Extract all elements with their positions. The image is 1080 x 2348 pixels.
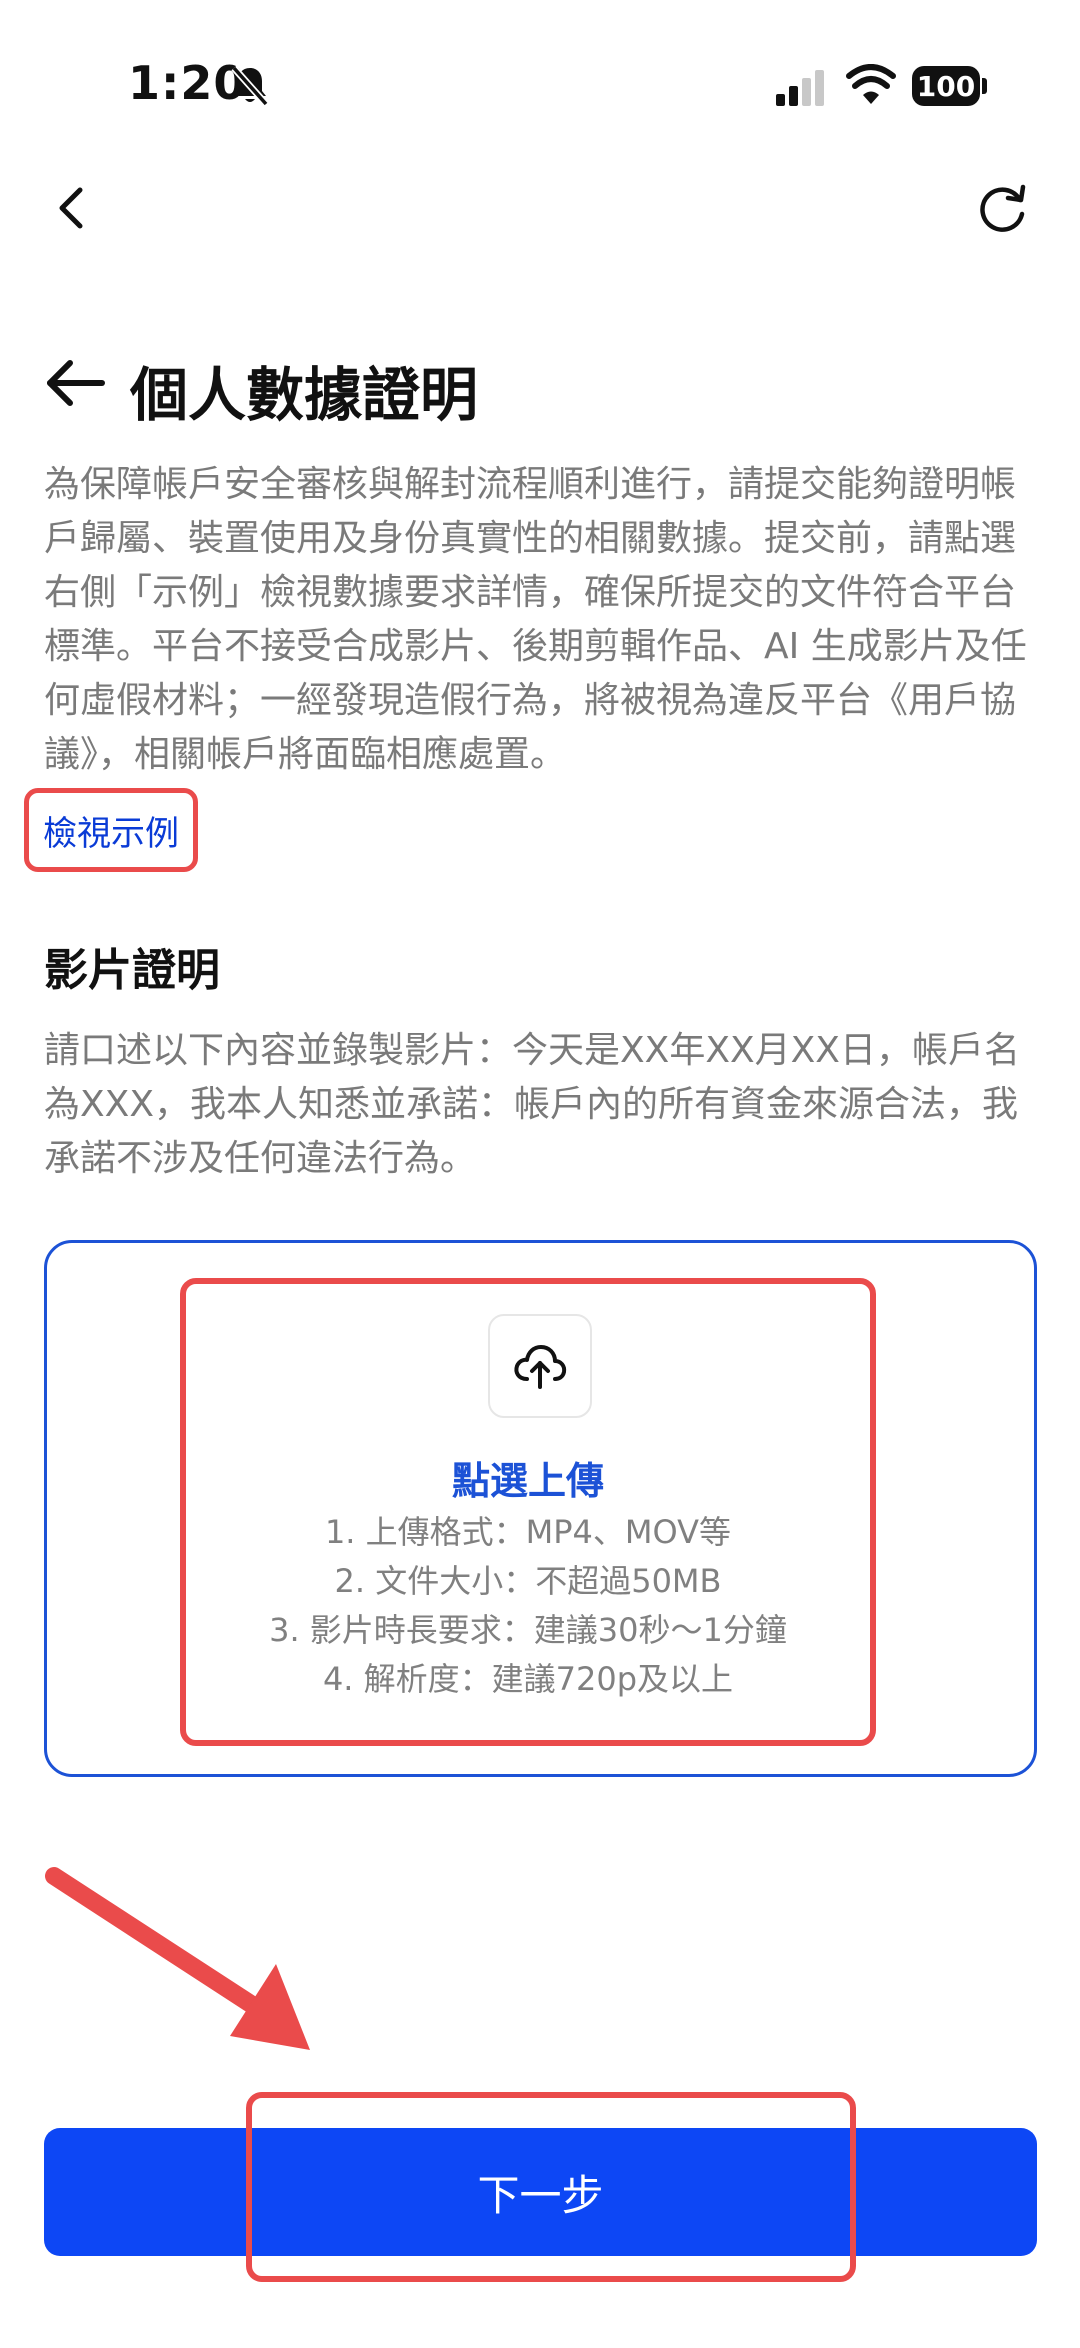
upload-title[interactable]: 點選上傳 [180,1450,876,1505]
annotation-arrow-icon [45,1867,310,2050]
status-time: 1:20 [128,56,247,110]
bell-slash-icon [231,65,269,107]
cloud-upload-icon [514,1345,567,1389]
wifi-icon [846,64,896,104]
arrow-left-icon[interactable] [44,358,106,408]
signal-icon [776,70,824,106]
battery-nub [982,78,987,94]
upload-icon-box[interactable] [488,1314,592,1418]
battery-level: 100 [912,66,980,106]
next-button[interactable]: 下一步 [44,2128,1037,2256]
refresh-icon[interactable] [974,182,1030,238]
view-example-link[interactable]: 檢視示例 [24,788,198,872]
upload-requirement-format: 1. 上傳格式：MP4、MOV等 [324,1513,732,1551]
intro-text: 為保障帳戶安全審核與解封流程順利進行，請提交能夠證明帳戶歸屬、裝置使用及身份真實… [44,464,1027,775]
upload-requirement-size: 2. 文件大小：不超過50MB [334,1562,722,1600]
video-section-title: 影片證明 [44,945,220,996]
upload-requirement-duration: 3. 影片時長要求：建議30秒～1分鐘 [269,1611,787,1649]
page-title: 個人數據證明 [130,361,479,429]
video-section-description: 請口述以下內容並錄製影片：今天是XX年XX月XX日，帳戶名為XXX，我本人知悉並… [44,1030,1020,1179]
chevron-left-icon[interactable] [52,184,92,232]
upload-requirement-resolution: 4. 解析度：建議720p及以上 [322,1660,734,1698]
upload-requirements: 1. 上傳格式：MP4、MOV等 2. 文件大小：不超過50MB 3. 影片時長… [180,1508,876,1704]
